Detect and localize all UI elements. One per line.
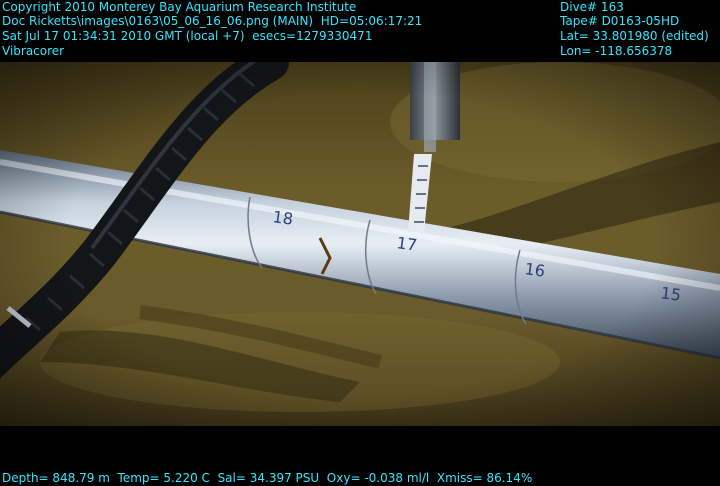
overlay-copyright: Copyright 2010 Monterey Bay Aquarium Res… bbox=[2, 0, 357, 14]
overlay-tape: Tape# D0163-05HD bbox=[560, 14, 680, 28]
overlay-sensor-readout: Depth= 848.79 m Temp= 5.220 C Sal= 34.39… bbox=[2, 471, 533, 485]
seafloor-illustration: 18 17 16 15 bbox=[0, 62, 720, 426]
overlay-lon: Lon= -118.656378 bbox=[560, 44, 673, 58]
video-frame: Copyright 2010 Monterey Bay Aquarium Res… bbox=[0, 0, 720, 486]
seafloor-scene: 18 17 16 15 bbox=[0, 62, 720, 426]
overlay-image-path: Doc Ricketts\images\0163\05_06_16_06.png… bbox=[2, 14, 423, 28]
overlay-lat: Lat= 33.801980 (edited) bbox=[560, 29, 709, 43]
overlay-tool: Vibracorer bbox=[2, 44, 65, 58]
overlay-dive: Dive# 163 bbox=[560, 0, 624, 14]
overlay-datetime: Sat Jul 17 01:34:31 2010 GMT (local +7) … bbox=[2, 29, 373, 43]
